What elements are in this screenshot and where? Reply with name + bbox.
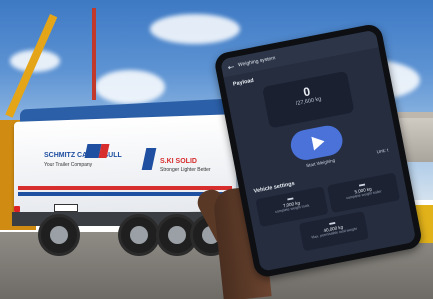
crane-cable xyxy=(92,8,96,100)
photo-scene: SCHMITZ CARGOBULL Your Trailer Company S… xyxy=(0,0,433,299)
cloud xyxy=(150,14,240,44)
trailer-tagline: Your Trailer Company xyxy=(44,162,93,168)
wheel xyxy=(118,214,160,256)
wheel xyxy=(38,214,80,256)
tablet-screen: ← Weighing system Payload 0 /27,600 kg S… xyxy=(220,29,417,272)
payload-display: 0 /27,600 kg xyxy=(262,70,355,129)
tail-light xyxy=(14,206,20,212)
app-title: Weighing system xyxy=(237,55,277,69)
trailer-stripe-red xyxy=(18,186,232,190)
trailer-model-sub: Stronger Lighter Better xyxy=(160,167,211,173)
trailer-brand-text: SCHMITZ CARGOBULL xyxy=(44,152,122,159)
play-icon xyxy=(310,134,326,151)
trailer-model-text: S.KI SOLID xyxy=(160,158,197,165)
trailer-weight-card[interactable]: ▬ 5,000 kg complete weight trailer xyxy=(327,172,401,214)
cloud xyxy=(95,70,165,104)
license-plate xyxy=(54,204,78,212)
back-arrow-icon[interactable]: ← xyxy=(227,62,235,72)
